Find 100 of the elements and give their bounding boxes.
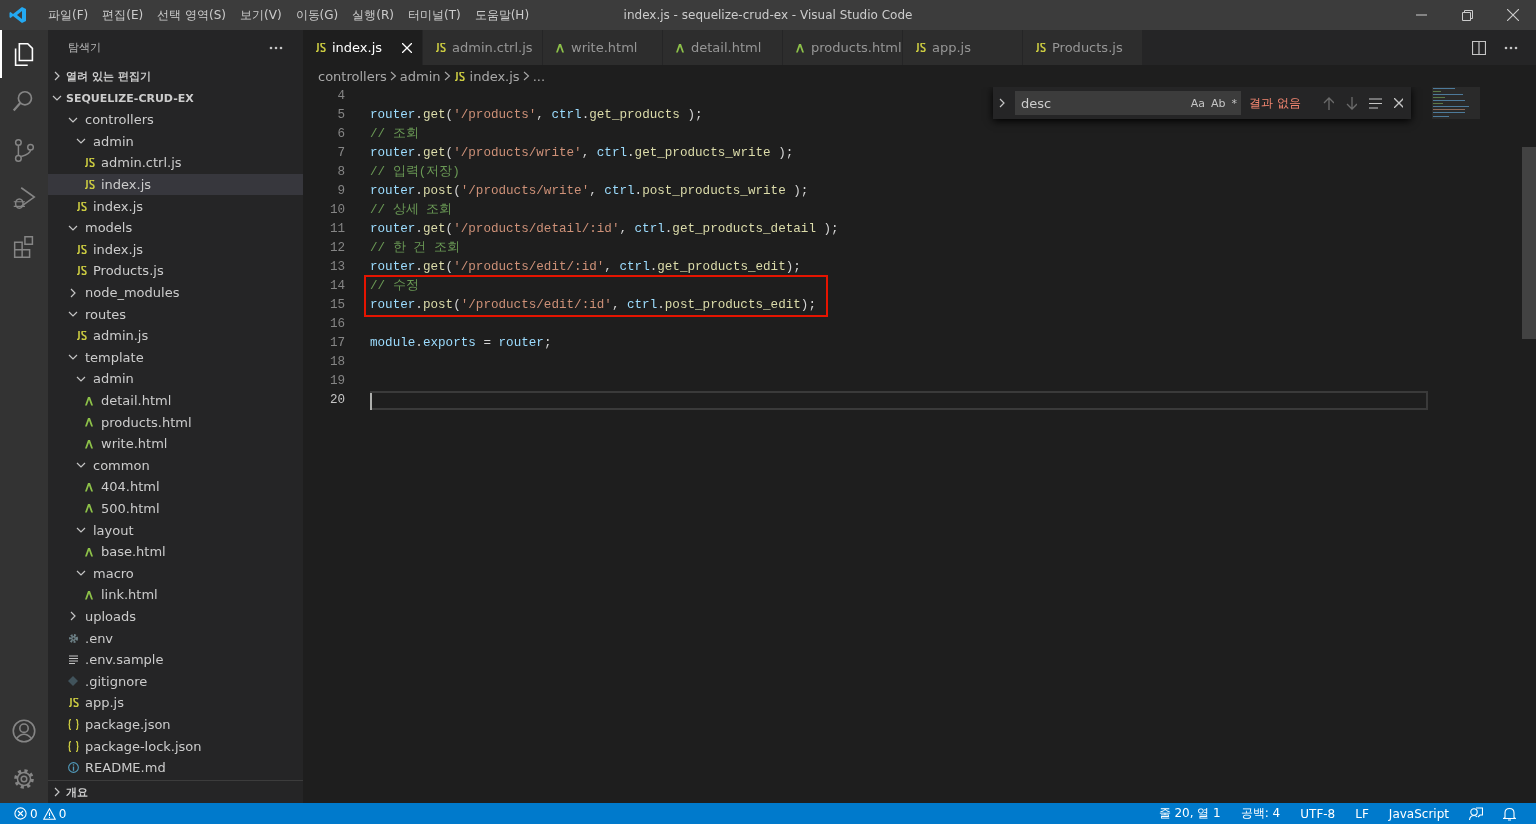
- file-item[interactable]: Products.js: [48, 260, 303, 282]
- code-line: module.exports = router;: [370, 335, 552, 352]
- editor-tab[interactable]: detail.html: [663, 30, 783, 65]
- file-item[interactable]: package.json: [48, 713, 303, 736]
- split-editor-icon[interactable]: [1472, 40, 1486, 55]
- folder-item[interactable]: models: [48, 216, 303, 239]
- bell-icon[interactable]: [1503, 806, 1516, 821]
- folder-item[interactable]: controllers: [48, 109, 303, 131]
- folder-item[interactable]: admin: [48, 368, 303, 390]
- file-item[interactable]: admin.js: [48, 324, 303, 347]
- breadcrumb-item[interactable]: ...: [532, 68, 546, 84]
- find-option[interactable]: Aa: [1190, 96, 1205, 110]
- file-item[interactable]: .env: [48, 627, 303, 649]
- file-item[interactable]: .env.sample: [48, 648, 303, 671]
- breadcrumb-item[interactable]: controllers: [318, 68, 387, 84]
- status-item[interactable]: JavaScript: [1378, 806, 1459, 821]
- code-line: // 입력(저장): [370, 164, 460, 181]
- find-in-selection-icon[interactable]: [1368, 97, 1382, 109]
- folder-item[interactable]: common: [48, 454, 303, 477]
- file-item[interactable]: 500.html: [48, 497, 303, 520]
- chevron-icon[interactable]: [68, 287, 78, 298]
- gear-icon: [67, 632, 79, 644]
- js-file-icon: [453, 71, 465, 81]
- editor-tab[interactable]: admin.ctrl.js: [423, 30, 543, 65]
- more-icon[interactable]: [1504, 45, 1518, 50]
- chevron-icon[interactable]: [68, 611, 78, 622]
- more-icon[interactable]: [269, 45, 283, 50]
- restore-icon: [1461, 9, 1473, 21]
- file-item[interactable]: index.js: [48, 173, 303, 196]
- folder-item[interactable]: uploads: [48, 605, 303, 628]
- file-item[interactable]: write.html: [48, 432, 303, 455]
- breadcrumb-item[interactable]: admin: [399, 68, 441, 84]
- scrollbar-thumb[interactable]: [1522, 147, 1536, 339]
- line-number: 12: [328, 240, 345, 257]
- folder-item[interactable]: admin: [48, 130, 303, 153]
- file-item[interactable]: .gitignore: [48, 670, 303, 693]
- file-item[interactable]: base.html: [48, 540, 303, 563]
- file-item[interactable]: package-lock.json: [48, 735, 303, 757]
- file-item[interactable]: index.js: [48, 238, 303, 261]
- menu-item[interactable]: 파일(F): [41, 6, 96, 24]
- find-field[interactable]: desc Aa Ab *: [1015, 91, 1241, 115]
- arrow-down-icon[interactable]: [1345, 96, 1357, 110]
- html-file-icon: [84, 589, 94, 600]
- html-file-icon: [675, 42, 685, 53]
- chevron-icon[interactable]: [52, 787, 62, 797]
- html-file-icon: [795, 42, 805, 53]
- code-line: // 조회: [370, 126, 419, 143]
- editor-tab[interactable]: Products.js: [1023, 30, 1143, 65]
- menu-item[interactable]: 터미널(T): [400, 6, 468, 24]
- close-icon[interactable]: [1393, 98, 1403, 108]
- status-item[interactable]: LF: [1345, 806, 1379, 821]
- find-option[interactable]: Ab: [1211, 96, 1226, 110]
- editor-tab[interactable]: app.js: [903, 30, 1023, 65]
- folder-item[interactable]: routes: [48, 303, 303, 325]
- file-item[interactable]: detail.html: [48, 389, 303, 412]
- folder-item[interactable]: node_modules: [48, 281, 303, 304]
- js-file-icon: [75, 244, 87, 254]
- code-line: // 상세 조회: [370, 202, 453, 219]
- status-item[interactable]: 줄 20, 열 1: [1148, 805, 1231, 822]
- code-line: // 수정: [370, 278, 419, 295]
- chevron-icon: [443, 71, 451, 81]
- folder-item[interactable]: template: [48, 346, 303, 369]
- file-item[interactable]: 404.html: [48, 476, 303, 498]
- section-header[interactable]: 열려 있는 편집기: [48, 65, 303, 87]
- file-item[interactable]: app.js: [48, 692, 303, 714]
- js-file-icon: [75, 331, 87, 341]
- file-item[interactable]: products.html: [48, 411, 303, 433]
- error-count[interactable]: 0: [30, 806, 38, 821]
- menu-item[interactable]: 선택 영역(S): [150, 6, 233, 24]
- find-option[interactable]: *: [1231, 96, 1237, 110]
- file-item[interactable]: index.js: [48, 195, 303, 217]
- menu-item[interactable]: 이동(G): [288, 6, 346, 24]
- editor-tab[interactable]: write.html: [543, 30, 663, 65]
- js-file-icon: [75, 266, 87, 276]
- minimize-icon: [1415, 14, 1427, 16]
- editor-tab[interactable]: index.js: [303, 30, 423, 65]
- file-item[interactable]: link.html: [48, 584, 303, 606]
- file-item[interactable]: README.md: [48, 756, 303, 779]
- menu-item[interactable]: 도움말(H): [467, 6, 537, 24]
- menu-item[interactable]: 실행(R): [345, 6, 401, 24]
- html-file-icon: [84, 481, 94, 492]
- arrow-up-icon[interactable]: [1322, 96, 1334, 110]
- warning-count[interactable]: 0: [58, 806, 67, 821]
- menu-item[interactable]: 보기(V): [233, 6, 289, 24]
- breadcrumb-item[interactable]: index.js: [453, 68, 520, 84]
- feedback-icon[interactable]: [1469, 806, 1483, 821]
- chevron-icon: [389, 71, 397, 81]
- code-line: router.get('/products/detail/:id', ctrl.get_products_detail );: [370, 221, 839, 238]
- folder-item[interactable]: macro: [48, 562, 303, 585]
- chevron-icon[interactable]: [52, 71, 62, 81]
- file-item[interactable]: admin.ctrl.js: [48, 152, 303, 174]
- status-item[interactable]: UTF-8: [1290, 806, 1346, 821]
- menu-item[interactable]: 편집(E): [95, 6, 151, 24]
- folder-item[interactable]: layout: [48, 519, 303, 541]
- status-item[interactable]: 공백: 4: [1230, 805, 1291, 822]
- section-header[interactable]: SEQUELIZE-CRUD-EX: [48, 87, 303, 109]
- braces-icon: [67, 740, 79, 752]
- toggle-replace-icon[interactable]: [997, 97, 1007, 108]
- chevron-icon[interactable]: [52, 93, 62, 103]
- editor-tab[interactable]: products.html: [783, 30, 903, 65]
